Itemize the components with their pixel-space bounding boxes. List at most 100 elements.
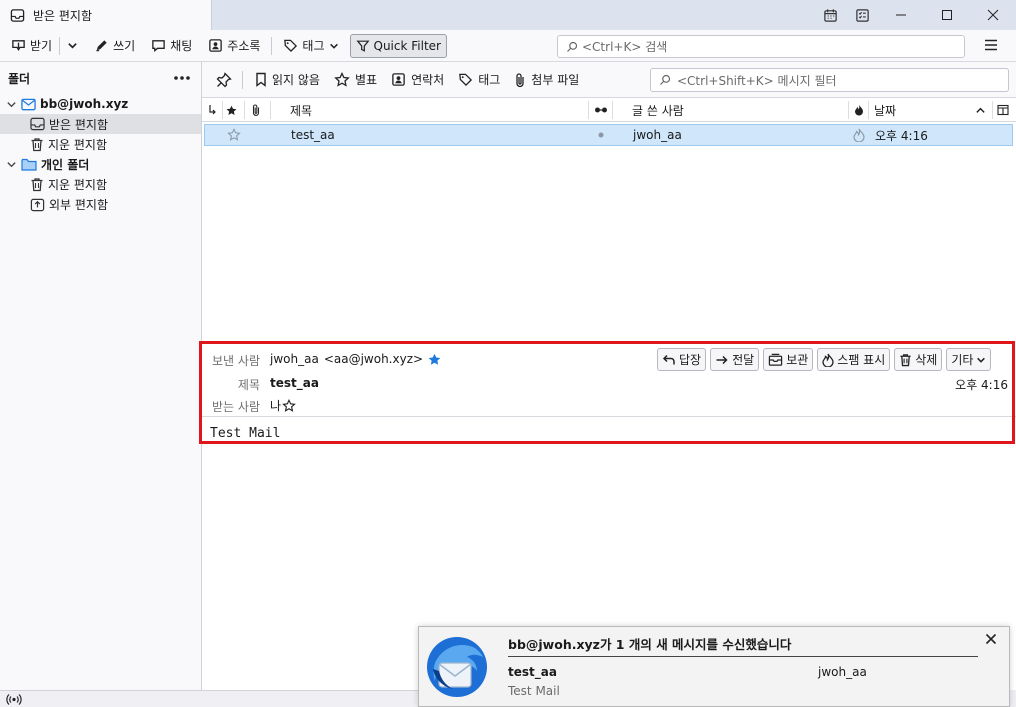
- search-icon: [566, 41, 578, 53]
- starred-filter-button[interactable]: 별표: [328, 68, 383, 92]
- pencil-icon: [94, 38, 109, 53]
- tasks-icon[interactable]: [846, 0, 878, 30]
- row-subject: test_aa: [291, 128, 335, 142]
- date-column-header[interactable]: 날짜: [874, 98, 896, 122]
- quick-filter-bar: 읽지 않음 별표 연락처 태그 첨부 파일 <Ctrl+Shift+K> 메시지…: [202, 62, 1016, 98]
- read-status-column-header[interactable]: [594, 98, 608, 122]
- reply-button[interactable]: 답장: [657, 348, 707, 371]
- sticky-filter-button[interactable]: [210, 68, 238, 92]
- table-row[interactable]: test_aa jwoh_aa 오후 4:16: [204, 124, 1013, 146]
- attachment-filter-label: 첨부 파일: [531, 73, 580, 87]
- star-icon: [334, 71, 350, 88]
- chat-icon: [151, 38, 166, 53]
- maximize-button[interactable]: [924, 0, 970, 30]
- thunderbird-logo-icon: [423, 633, 491, 701]
- to-value[interactable]: 나: [270, 397, 296, 414]
- forward-label: 전달: [732, 353, 755, 367]
- chat-button[interactable]: 채팅: [146, 34, 197, 58]
- starred-filter-label: 별표: [354, 73, 378, 87]
- tags-filter-button[interactable]: 태그: [452, 68, 506, 92]
- app-menu-icon[interactable]: [983, 37, 999, 53]
- filter-icon: [355, 39, 370, 53]
- star-outline-icon[interactable]: [282, 398, 296, 413]
- write-button[interactable]: 쓰기: [89, 34, 140, 58]
- more-button[interactable]: 기타: [946, 348, 992, 371]
- folder-local-trash-label: 지운 편지함: [48, 177, 108, 192]
- junk-column-header[interactable]: [854, 98, 864, 122]
- quick-filter-button[interactable]: Quick Filter: [349, 33, 447, 58]
- tab-inbox[interactable]: 받은 편지함: [0, 0, 212, 30]
- address-book-button[interactable]: 주소록: [203, 34, 265, 58]
- to-name: 나: [270, 399, 282, 413]
- notification-subject: test_aa: [508, 665, 557, 679]
- chevron-down-icon[interactable]: [6, 159, 17, 170]
- get-messages-dropdown[interactable]: [62, 34, 83, 58]
- minimize-button[interactable]: [878, 0, 924, 30]
- forward-button[interactable]: 전달: [710, 348, 760, 371]
- subject-column-header[interactable]: 제목: [290, 98, 312, 122]
- attachment-column-header[interactable]: [251, 98, 265, 122]
- write-label: 쓰기: [113, 39, 136, 53]
- close-icon[interactable]: [985, 633, 997, 645]
- message-filter-input[interactable]: <Ctrl+Shift+K> 메시지 필터: [650, 68, 1009, 92]
- from-email: <aa@jwoh.xyz>: [323, 352, 424, 366]
- close-button[interactable]: [970, 0, 1016, 30]
- archive-label: 보관: [786, 353, 809, 367]
- quick-filter-label: Quick Filter: [373, 38, 441, 53]
- column-divider: [222, 101, 223, 119]
- reply-icon: [662, 353, 676, 367]
- subject-value: test_aa: [270, 376, 319, 390]
- thread-column-header[interactable]: [208, 98, 222, 122]
- global-search-input[interactable]: <Ctrl+K> 검색: [557, 35, 965, 58]
- column-picker-icon[interactable]: [997, 98, 1009, 122]
- address-book-icon: [208, 38, 223, 53]
- trash-icon: [30, 137, 44, 152]
- calendar-icon[interactable]: [814, 0, 846, 30]
- sort-chevron-up-icon[interactable]: [975, 98, 986, 122]
- get-messages-button[interactable]: 받기: [6, 34, 57, 58]
- folder-trash[interactable]: 지운 편지함: [30, 134, 107, 154]
- folder-inbox[interactable]: 받은 편지함: [0, 114, 201, 134]
- inbox-icon: [10, 8, 25, 23]
- unread-filter-button[interactable]: 읽지 않음: [249, 68, 326, 92]
- status-bar: [0, 690, 420, 707]
- thread-pane: 제목 글 쓴 사람 날짜 test_aa jwoh_aa 오후 4:16: [202, 98, 1016, 342]
- chevron-down-icon: [976, 355, 986, 365]
- more-options-icon[interactable]: [173, 75, 191, 81]
- archive-button[interactable]: 보관: [763, 348, 814, 371]
- bookmark-icon: [255, 72, 267, 87]
- chevron-down-icon: [67, 40, 78, 51]
- contact-star-icon[interactable]: [428, 353, 441, 366]
- folder-local-folders[interactable]: 개인 폴더: [6, 154, 89, 174]
- star-toggle-icon[interactable]: [227, 125, 241, 145]
- reply-label: 답장: [679, 353, 702, 367]
- forward-icon: [715, 353, 729, 367]
- online-status-icon[interactable]: [6, 693, 22, 706]
- toolbar-divider: [271, 36, 273, 55]
- inbox-icon: [30, 117, 45, 131]
- tag-label: 태그: [302, 39, 325, 53]
- contact-filter-button[interactable]: 연락처: [385, 68, 450, 92]
- folder-outbox[interactable]: 외부 편지함: [30, 194, 108, 214]
- folder-account[interactable]: bb@jwoh.xyz: [6, 94, 200, 114]
- outbox-icon: [30, 197, 45, 212]
- folder-local-trash[interactable]: 지운 편지함: [30, 174, 107, 194]
- search-placeholder: <Ctrl+K> 검색: [582, 40, 668, 54]
- from-value[interactable]: jwoh_aa <aa@jwoh.xyz>: [270, 352, 441, 366]
- main-toolbar: 받기 쓰기 채팅 주소록 태그 Quick Filter <Ctrl+K> 검색: [0, 30, 1016, 62]
- folder-inbox-label: 받은 편지함: [49, 117, 109, 132]
- correspondent-column-header[interactable]: 글 쓴 사람: [632, 98, 684, 122]
- read-status-dot[interactable]: [598, 125, 604, 145]
- folder-account-label: bb@jwoh.xyz: [40, 97, 129, 111]
- star-column-header[interactable]: [226, 98, 240, 122]
- delete-button[interactable]: 삭제: [894, 348, 943, 371]
- junk-status-icon[interactable]: [853, 125, 865, 145]
- toolbar-divider: [59, 36, 61, 55]
- junk-button[interactable]: 스팸 표시: [817, 348, 891, 371]
- new-mail-notification[interactable]: bb@jwoh.xyz가 1 개의 새 메시지를 수신했습니다 test_aa …: [418, 626, 1010, 707]
- star-icon: [226, 105, 237, 116]
- attachment-filter-button[interactable]: 첨부 파일: [508, 68, 585, 92]
- mail-account-icon: [21, 98, 36, 111]
- chevron-down-icon[interactable]: [6, 99, 17, 110]
- tag-button[interactable]: 태그: [278, 34, 343, 58]
